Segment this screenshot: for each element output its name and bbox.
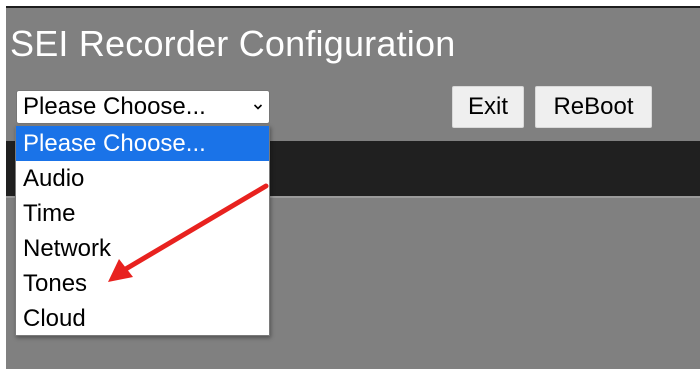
option-cloud[interactable]: Cloud [16,301,269,336]
reboot-button[interactable]: ReBoot [535,86,652,128]
option-network[interactable]: Network [16,231,269,266]
chevron-down-icon [253,104,263,110]
exit-button[interactable]: Exit [452,86,524,128]
top-border [6,6,700,8]
page-title: SEI Recorder Configuration [10,23,456,64]
option-audio[interactable]: Audio [16,161,269,196]
option-please-choose[interactable]: Please Choose... [16,126,269,161]
config-select-value: Please Choose... [23,93,206,120]
config-select[interactable]: Please Choose... [16,90,270,124]
screenshot-frame: SEI Recorder Configuration Please Choose… [0,0,700,377]
option-time[interactable]: Time [16,196,269,231]
config-select-dropdown: Please Choose... Audio Time Network Tone… [15,125,270,336]
option-tones[interactable]: Tones [16,266,269,301]
